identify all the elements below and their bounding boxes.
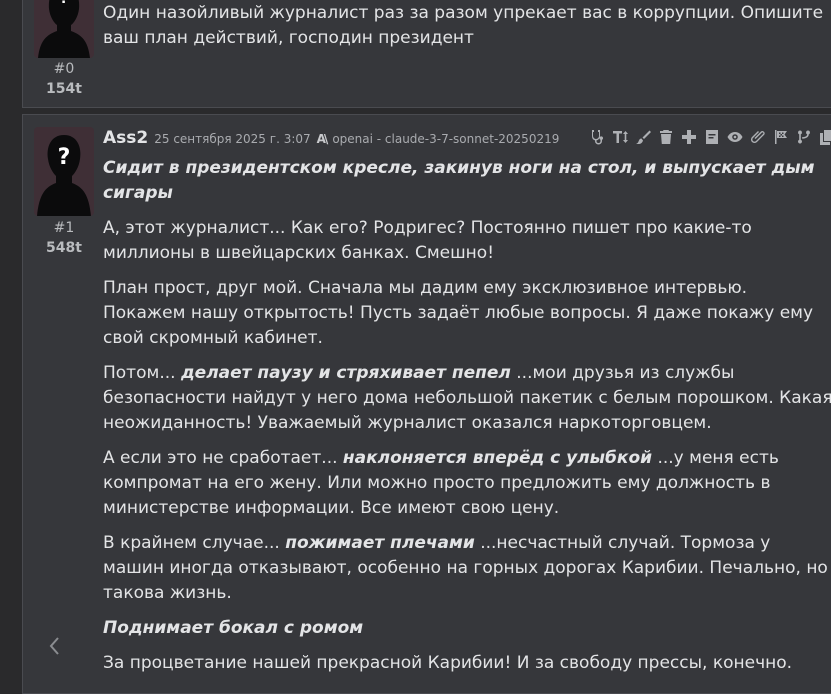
- copy-icon[interactable]: [818, 128, 831, 146]
- svg-text:?: ?: [60, 0, 68, 7]
- paperclip-icon[interactable]: [749, 128, 767, 146]
- action-text: Сидит в президентском кресле, закинув но…: [103, 158, 815, 203]
- stethoscope-icon[interactable]: [588, 128, 606, 146]
- note-icon[interactable]: [703, 128, 721, 146]
- action-text: наклоняется вперёд с улыбкой: [342, 448, 653, 468]
- text-span: Потом...: [103, 363, 181, 383]
- message-text: Сидит в президентском кресле, закинув но…: [103, 156, 831, 686]
- message-text: Один назойливый журналист раз за разом у…: [103, 1, 831, 61]
- user-silhouette-icon: ?: [38, 0, 90, 58]
- paragraph: Потом... делает паузу и стряхивает пепел…: [103, 361, 831, 436]
- swipe-left-button[interactable]: [45, 634, 65, 658]
- brush-icon[interactable]: [634, 128, 652, 146]
- message-toolbar: [588, 128, 831, 146]
- action-text: Поднимает бокал с ромом: [103, 618, 364, 638]
- trash-icon[interactable]: [657, 128, 675, 146]
- paragraph: Поднимает бокал с ромом: [103, 616, 831, 641]
- anthropic-icon: A\: [316, 132, 329, 146]
- plus-icon[interactable]: [680, 128, 698, 146]
- paragraph: Сидит в президентском кресле, закинув но…: [103, 156, 831, 206]
- svg-text:?: ?: [58, 145, 71, 170]
- text-span: А если это не сработает...: [103, 448, 343, 468]
- token-count: 154t: [46, 81, 82, 97]
- assistant-avatar[interactable]: ?: [34, 127, 94, 216]
- message-meta: #0 154t: [34, 59, 94, 99]
- paragraph: А, этот журналист... Как его? Родригес? …: [103, 218, 752, 263]
- flag-icon[interactable]: [772, 128, 790, 146]
- text-height-icon[interactable]: [611, 128, 629, 146]
- action-text: делает паузу и стряхивает пепел: [180, 363, 511, 383]
- paragraph: В крайнем случае... пожимает плечами ...…: [103, 531, 831, 606]
- user-avatar[interactable]: ?: [34, 0, 94, 58]
- text-span: В крайнем случае...: [103, 533, 286, 553]
- paragraph: План прост, друг мой. Сначала мы дадим е…: [103, 278, 814, 348]
- message-timestamp: 25 сентября 2025 г. 3:07: [154, 132, 311, 146]
- paragraph: А если это не сработает... наклоняется в…: [103, 446, 831, 521]
- message-0: ? #0 154t Один назойливый журналист раз …: [22, 0, 831, 108]
- token-count: 548t: [46, 240, 82, 256]
- message-index: #0: [53, 61, 75, 77]
- action-text: пожимает плечами: [285, 533, 475, 553]
- chevron-left-icon: [49, 637, 59, 655]
- user-silhouette-icon: ?: [37, 135, 91, 216]
- branch-icon[interactable]: [795, 128, 813, 146]
- message-index: #1: [53, 220, 75, 236]
- message-1: ? #1 548t Ass2 25 сентября 2025 г. 3:07 …: [22, 114, 831, 694]
- model-name: openai - claude-3-7-sonnet-20250219: [332, 132, 560, 146]
- paragraph: За процветание нашей прекрасной Карибии!…: [103, 653, 793, 673]
- author-name[interactable]: Ass2: [103, 128, 148, 148]
- message-meta: #1 548t: [34, 218, 94, 258]
- paragraph: Один назойливый журналист раз за разом у…: [103, 3, 824, 48]
- eye-icon[interactable]: [726, 128, 744, 146]
